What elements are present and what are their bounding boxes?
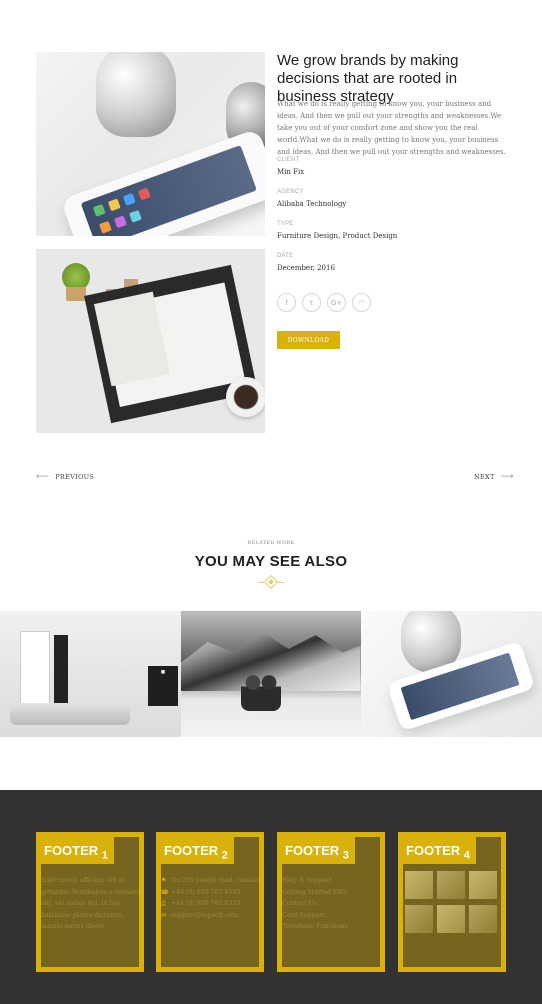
related-gallery: ■ (0, 611, 542, 737)
footer-link[interactable]: Telephone Functions (282, 921, 380, 933)
google-plus-icon[interactable]: G+ (327, 293, 346, 312)
pot-decoration (66, 287, 86, 301)
project-description: What we do is really getting to know you… (277, 100, 506, 156)
footer-contact-address: ⚑ No.200 joseph road, canada (161, 875, 259, 887)
footer-heading: FOOTER 2 (161, 837, 234, 864)
related-item-mountains[interactable] (180, 611, 362, 737)
footer-heading: FOOTER 3 (282, 837, 355, 864)
footer-heading: FOOTER 1 (41, 837, 114, 864)
phone-illustration (60, 128, 265, 236)
meta-type: TYPE Furniture Design, Product Design (277, 221, 507, 240)
footer-text-line: mauris metus libero. (41, 923, 106, 930)
project-image-stationery (36, 249, 265, 433)
meta-value: Furniture Design, Product Design (277, 232, 398, 240)
footer-column-2: FOOTER 2 ⚑ No.200 joseph road, canada ☎ +4… (156, 832, 264, 972)
footer-column-4: FOOTER 4 (398, 832, 506, 972)
previous-link[interactable]: ⟵ PREVIOUS (36, 472, 94, 482)
footer-contact-email[interactable]: ✉ support@topsoft.com (161, 910, 259, 922)
related-item-workspace[interactable]: ■ (0, 611, 181, 737)
related-title: YOU MAY SEE ALSO (194, 553, 348, 570)
footer-text-line: habitasse platea dictumst, (41, 911, 124, 919)
vase-decoration (96, 52, 176, 137)
related-eyebrow: RELATED WORK (247, 540, 295, 546)
gallery-thumbnail[interactable] (437, 871, 465, 899)
footer-text-line: Sold cursus efficitur elit at (41, 877, 125, 884)
gallery-thumbnail[interactable] (469, 905, 497, 933)
divider-ornament (0, 574, 542, 590)
rss-icon[interactable]: ◠ (352, 293, 371, 312)
calendar-decoration: ■ (148, 666, 178, 706)
diamond-icon (263, 574, 279, 590)
footer-column-3: FOOTER 3 Help & Support Getting Started … (277, 832, 385, 972)
footer-text-line: elit, vel varius dui. In hac (41, 900, 121, 907)
meta-label: TYPE (277, 221, 294, 227)
phone-icon: ☎ (161, 888, 169, 896)
meta-label: DATE (277, 253, 294, 259)
location-icon: ⚑ (161, 877, 167, 884)
laptop-illustration (10, 703, 130, 725)
footer-column-1: FOOTER 1 Sold cursus efficitur elit at g… (36, 832, 144, 972)
meta-date: DATE December, 2016 (277, 253, 507, 272)
arrow-right-icon: ⟶ (500, 472, 514, 482)
mail-icon: ✉ (161, 911, 167, 919)
previous-label: PREVIOUS (55, 473, 95, 481)
footer-instagram-grid (403, 871, 501, 933)
footer-link[interactable]: Getting Started FAQ (282, 887, 380, 899)
next-link[interactable]: NEXT ⟶ (474, 472, 514, 482)
footer-text-line: gittaritis. Vestibulum a fermentum (41, 888, 139, 896)
gallery-thumbnail[interactable] (437, 905, 465, 933)
footer-contact-fax: ⎙ +44 (0) 800 765 4333 (161, 898, 259, 910)
related-item-phone[interactable] (361, 611, 542, 737)
next-label: NEXT (474, 473, 495, 481)
book-decoration (54, 635, 68, 709)
footer-links-list: Help & Support Getting Started FAQ Conta… (282, 875, 380, 933)
footer-link[interactable]: Card Support (282, 910, 380, 922)
coffee-cup-decoration (226, 377, 265, 417)
people-illustration (240, 673, 281, 711)
gallery-thumbnail[interactable] (405, 871, 433, 899)
twitter-icon[interactable]: t (302, 293, 321, 312)
meta-value: Min Fix (277, 168, 305, 176)
facebook-icon[interactable]: f (277, 293, 296, 312)
meta-label: AGENCY (277, 189, 304, 195)
meta-agency: AGENCY Alibaba Technology (277, 189, 507, 208)
gallery-thumbnail[interactable] (405, 905, 433, 933)
footer-link[interactable]: Contact Us (282, 898, 380, 910)
footer-heading: FOOTER 4 (403, 837, 476, 864)
arrow-left-icon: ⟵ (36, 472, 50, 482)
fax-icon: ⎙ (161, 900, 166, 907)
meta-value: December, 2016 (277, 264, 335, 272)
download-button[interactable]: DOWNLOAD (277, 331, 340, 349)
meta-value: Alibaba Technology (277, 200, 347, 208)
meta-client: CLIENT Min Fix (277, 157, 507, 176)
footer-contact-list: ⚑ No.200 joseph road, canada ☎ +44 (0) 800… (161, 875, 259, 921)
project-image-phone (36, 52, 265, 236)
footer-contact-phone[interactable]: ☎ +44 (0) 800 765 4333 (161, 887, 259, 899)
social-share-bar: f t G+ ◠ (277, 293, 371, 312)
meta-label: CLIENT (277, 157, 300, 163)
gallery-thumbnail[interactable] (469, 871, 497, 899)
footer-about-text: Sold cursus efficitur elit at gittaritis… (41, 875, 139, 933)
book-decoration (20, 631, 50, 709)
footer-link[interactable]: Help & Support (282, 875, 380, 887)
